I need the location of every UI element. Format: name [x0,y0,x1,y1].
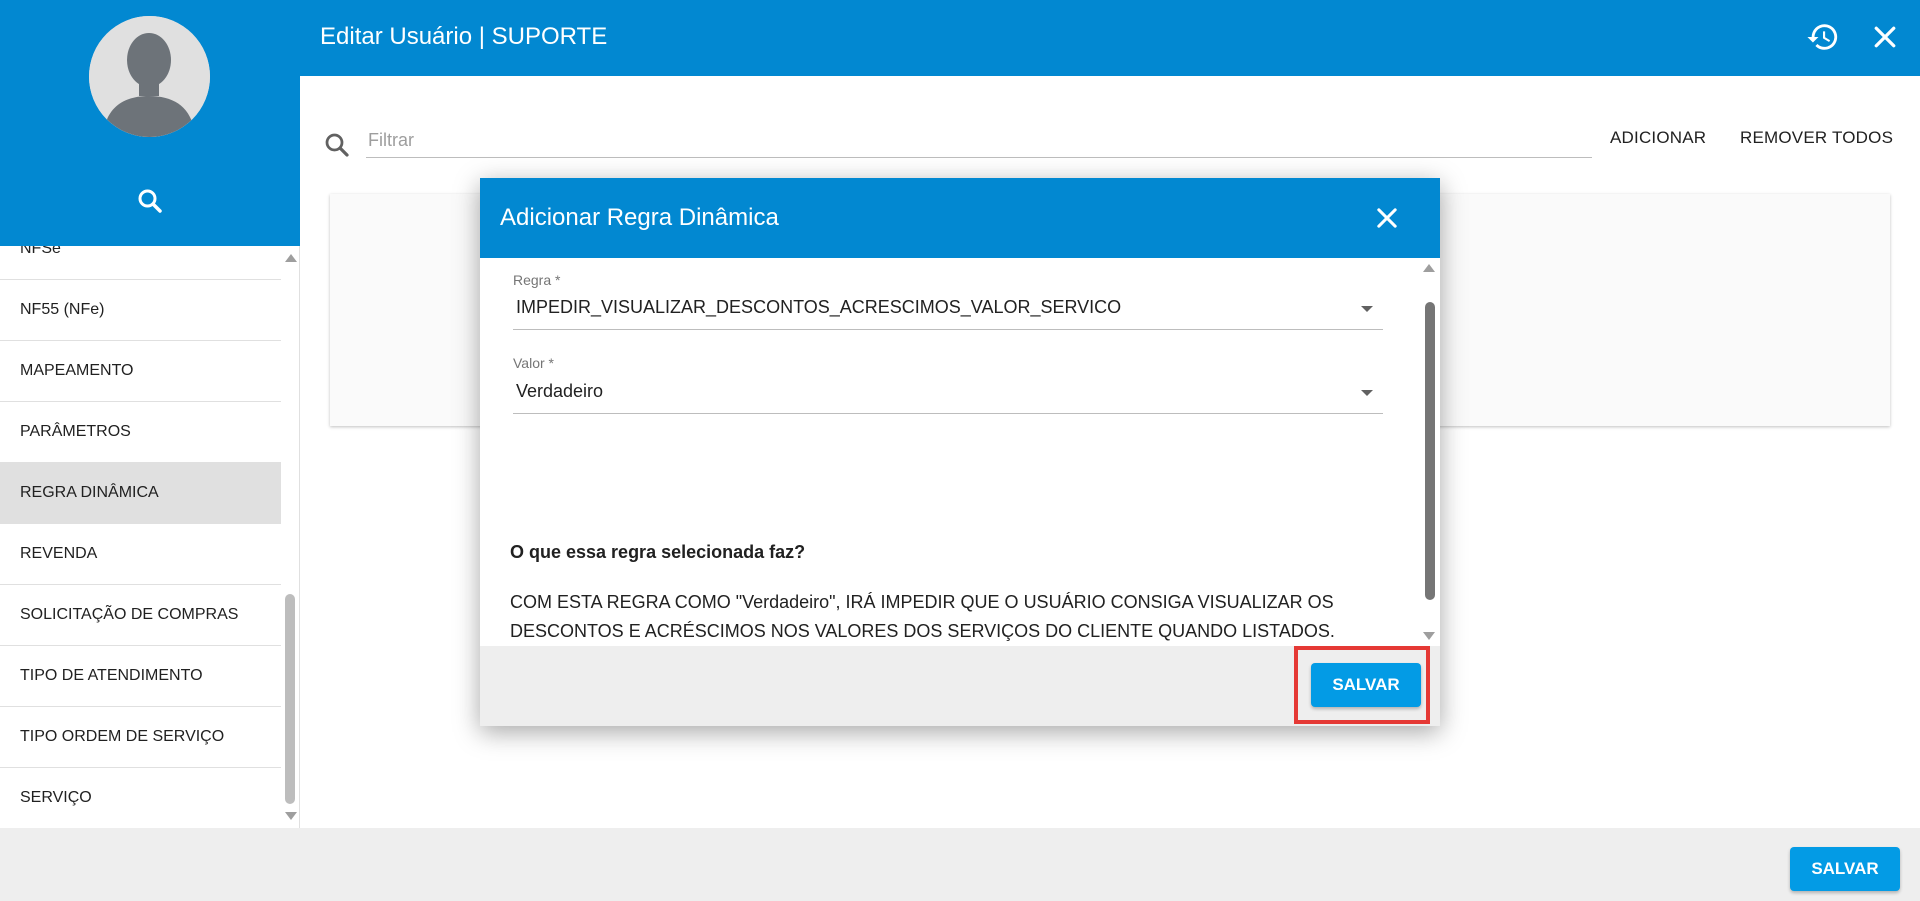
sidebar-item-label: SOLICITAÇÃO DE COMPRAS [20,606,239,623]
dialog-header: Adicionar Regra Dinâmica [480,178,1440,258]
sidebar-item-label: NF55 (NFe) [20,301,105,318]
sidebar-item-label: TIPO ORDEM DE SERVIÇO [20,728,225,745]
sidebar-menu: NFSe NF55 (NFe) MAPEAMENTO PARÂMETROS RE… [0,246,281,828]
description-title: O que essa regra selecionada faz? [510,542,806,562]
sidebar-item-label: REGRA DINÂMICA [20,484,159,501]
value-label: Valor * [513,355,554,371]
dialog-body: Regra * IMPEDIR_VISUALIZAR_DESCONTOS_ACR… [480,258,1420,646]
rule-select-value: IMPEDIR_VISUALIZAR_DESCONTOS_ACRESCIMOS_… [516,297,1122,317]
sidebar-item-label: MAPEAMENTO [20,362,134,379]
sidebar-item-label: SERVIÇO [20,789,92,806]
dialog-footer: SALVAR [480,646,1440,726]
rule-label: Regra * [513,272,561,288]
sidebar-scrollbar[interactable] [281,246,300,828]
value-select[interactable]: Verdadeiro [513,376,1383,414]
page-title: Editar Usuário | SUPORTE [320,23,608,50]
scrollbar-thumb[interactable] [285,594,295,804]
dialog-title: Adicionar Regra Dinâmica [500,204,779,231]
remove-all-button[interactable]: REMOVER TODOS [1740,128,1893,148]
scroll-up-icon[interactable] [1423,264,1435,272]
add-button[interactable]: ADICIONAR [1610,128,1706,148]
filter-input[interactable] [366,124,1592,158]
search-icon [325,133,349,157]
dialog-scrollbar[interactable] [1420,258,1440,646]
chevron-down-icon [1361,390,1373,396]
sidebar-item-label: REVENDA [20,545,98,562]
sidebar-item-mapeamento[interactable]: MAPEAMENTO [0,341,281,402]
sidebar-item-revenda[interactable]: REVENDA [0,524,281,585]
scroll-down-icon[interactable] [285,812,297,820]
save-button[interactable]: SALVAR [1790,847,1900,891]
search-icon[interactable] [135,186,165,216]
sidebar-item-solicitacao-compras[interactable]: SOLICITAÇÃO DE COMPRAS [0,585,281,646]
add-rule-dialog: Adicionar Regra Dinâmica Regra * IMPEDIR… [480,178,1440,726]
sidebar-item-label: PARÂMETROS [20,423,131,440]
app-header: Editar Usuário | SUPORTE [300,0,1920,76]
sidebar-item-nf55[interactable]: NF55 (NFe) [0,280,281,341]
chevron-down-icon [1361,306,1373,312]
avatar[interactable] [89,16,210,137]
rule-select[interactable]: IMPEDIR_VISUALIZAR_DESCONTOS_ACRESCIMOS_… [513,292,1383,330]
footer-bar [0,828,1920,901]
close-icon[interactable] [1373,204,1401,232]
sidebar-item-tipo-atendimento[interactable]: TIPO DE ATENDIMENTO [0,646,281,707]
description-text: COM ESTA REGRA COMO "Verdadeiro", IRÁ IM… [510,592,1335,641]
value-select-value: Verdadeiro [516,381,604,401]
dialog-save-button[interactable]: SALVAR [1311,663,1421,707]
avatar-silhouette-icon [89,16,210,137]
sidebar-item-regra-dinamica[interactable]: REGRA DINÂMICA [0,463,281,524]
sidebar-item-servico[interactable]: SERVIÇO [0,768,281,828]
close-icon[interactable] [1870,22,1900,52]
sidebar-item-nfse[interactable]: NFSe [0,246,281,280]
sidebar-header [0,0,300,246]
scroll-down-icon[interactable] [1423,632,1435,640]
scrollbar-thumb[interactable] [1425,302,1435,600]
sidebar-item-label: NFSe [20,246,61,257]
sidebar-item-label: TIPO DE ATENDIMENTO [20,667,203,684]
history-icon[interactable] [1806,20,1840,54]
scroll-up-icon[interactable] [285,254,297,262]
sidebar-item-tipo-ordem-servico[interactable]: TIPO ORDEM DE SERVIÇO [0,707,281,768]
sidebar-item-parametros[interactable]: PARÂMETROS [0,402,281,463]
